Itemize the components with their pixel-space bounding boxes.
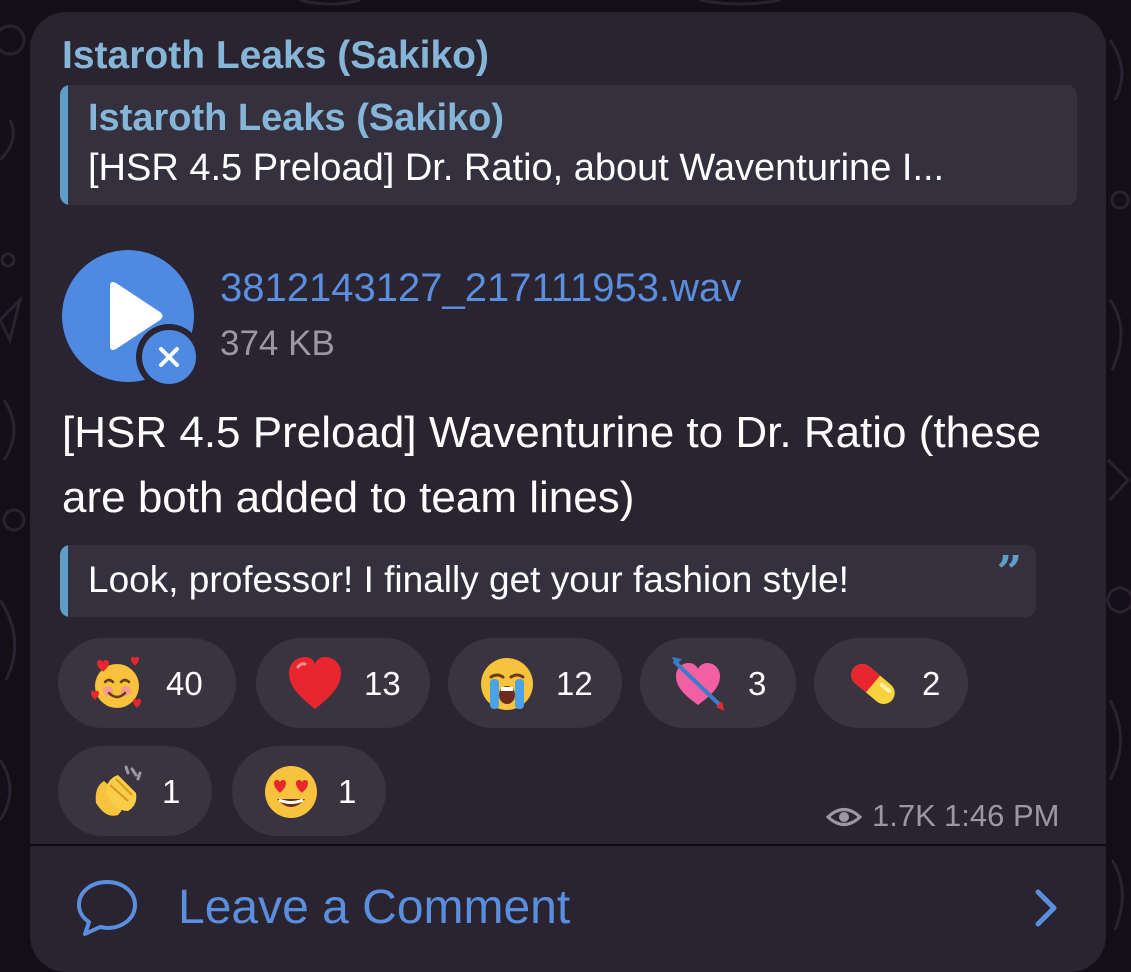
reaction-heart-eyes-face[interactable]: 1: [232, 746, 386, 836]
loudly-crying-face-icon: [478, 655, 536, 713]
reaction-count: 3: [748, 665, 767, 702]
reaction-count: 1: [338, 773, 357, 810]
chevron-right-icon: [1035, 889, 1057, 927]
post-time: 1:46 PM: [944, 798, 1060, 833]
reply-accent-bar: [60, 85, 68, 205]
quote-mark-icon: ”: [996, 547, 1022, 598]
blockquote: Look, professor! I finally get your fash…: [60, 545, 1036, 617]
quote-accent-bar: [60, 545, 68, 617]
clapping-hands-icon: [88, 763, 146, 821]
channel-post-bubble: Istaroth Leaks (Sakiko) Istaroth Leaks (…: [30, 12, 1106, 972]
heart-eyes-face-icon: [262, 763, 320, 821]
leave-comment-label: Leave a Comment: [178, 881, 571, 934]
file-name[interactable]: 3812143127_217111953.wav: [220, 266, 741, 311]
speech-bubble-icon: [77, 880, 137, 936]
message-text: [HSR 4.5 Preload] Waventurine to Dr. Rat…: [62, 408, 1042, 522]
reaction-pill[interactable]: 2: [814, 638, 968, 728]
quote-text: Look, professor! I finally get your fash…: [88, 559, 849, 600]
reaction-heart-with-arrow[interactable]: 3: [640, 638, 796, 728]
eye-icon: [826, 808, 862, 826]
reaction-clapping-hands[interactable]: 1: [58, 746, 212, 836]
reaction-count: 12: [556, 665, 593, 702]
reaction-count: 2: [922, 665, 941, 702]
view-count: 1.7K: [872, 798, 936, 833]
file-size: 374 KB: [220, 324, 335, 363]
reaction-smiling-face-with-hearts[interactable]: 40: [58, 638, 236, 728]
heart-with-arrow-icon: [670, 655, 728, 713]
leave-comment-button[interactable]: Leave a Comment: [30, 846, 1106, 966]
reply-text: [HSR 4.5 Preload] Dr. Ratio, about Waven…: [88, 147, 945, 189]
smiling-face-with-hearts-icon: [88, 655, 146, 713]
reply-title: Istaroth Leaks (Sakiko): [88, 97, 505, 139]
channel-name[interactable]: Istaroth Leaks (Sakiko): [62, 34, 489, 78]
red-heart-icon: [286, 655, 344, 713]
pill-icon: [844, 655, 902, 713]
reaction-loudly-crying-face[interactable]: 12: [448, 638, 622, 728]
reaction-count: 13: [364, 665, 401, 702]
close-icon: [159, 347, 179, 367]
reaction-count: 40: [166, 665, 203, 702]
reaction-red-heart[interactable]: 13: [256, 638, 430, 728]
reaction-count: 1: [162, 773, 181, 810]
download-cancel-button[interactable]: [136, 324, 202, 390]
reply-preview[interactable]: Istaroth Leaks (Sakiko) [HSR 4.5 Preload…: [60, 85, 1077, 205]
